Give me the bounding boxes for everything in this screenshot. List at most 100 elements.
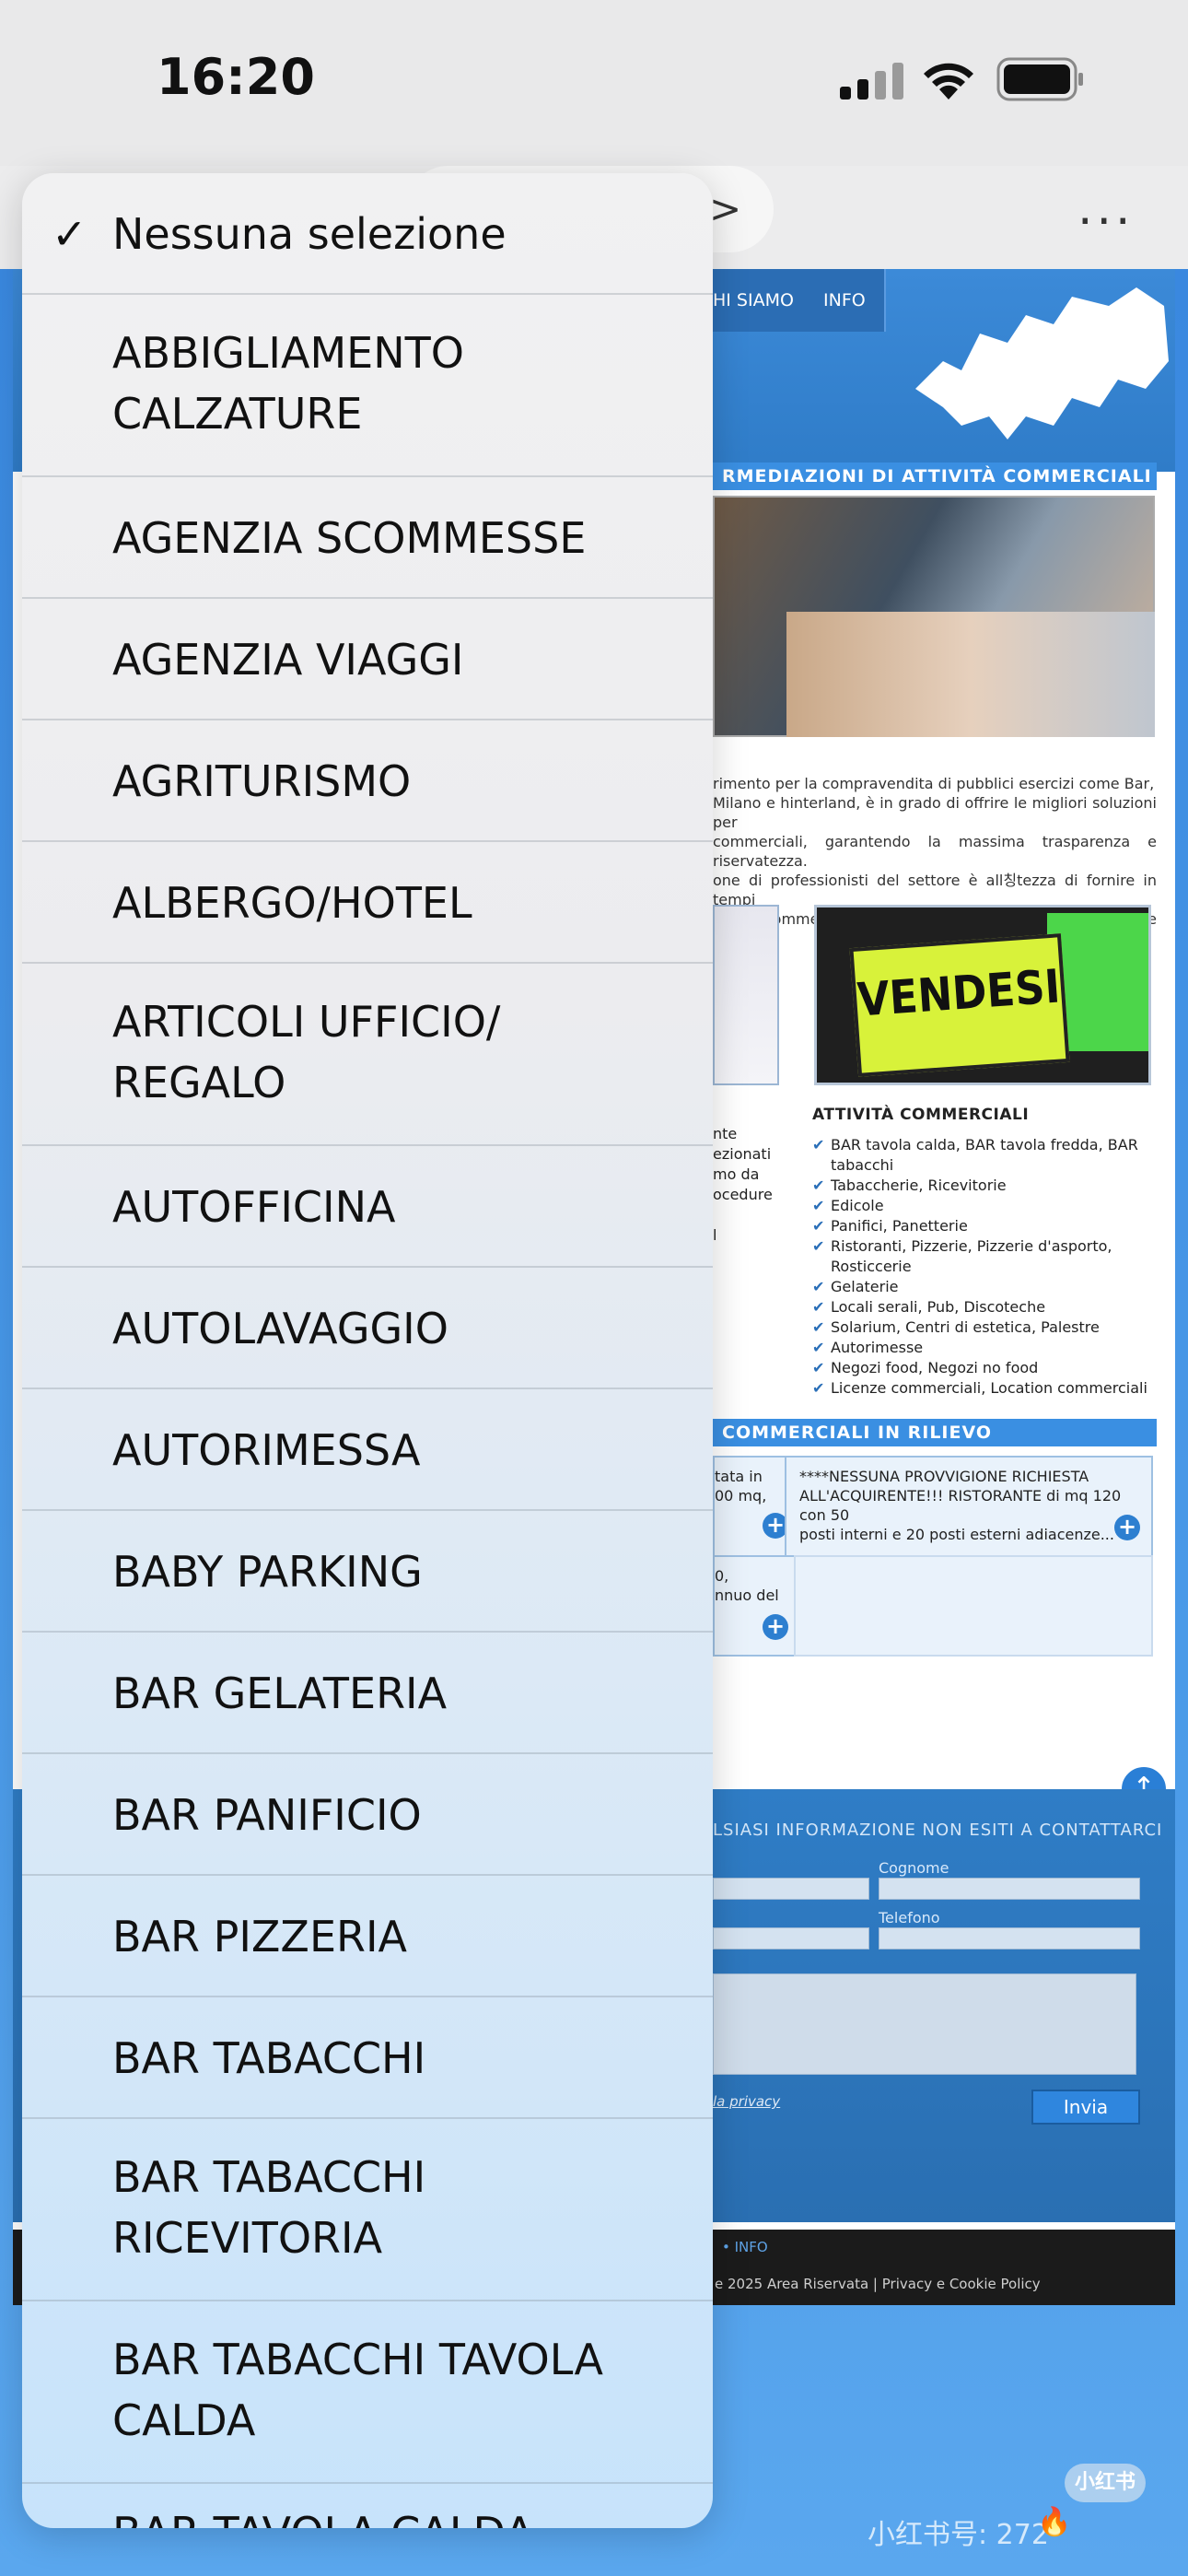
- card-text-line: ALL'ACQUIRENTE!!! RISTORANTE di mq 120 c…: [799, 1487, 1122, 1524]
- option-label: BAR TAVOLA CALDA: [112, 2502, 534, 2528]
- footer-info-link[interactable]: • INFO: [722, 2239, 768, 2255]
- nav-info[interactable]: INFO: [805, 269, 886, 332]
- email-field[interactable]: [713, 1927, 869, 1950]
- option-bar-gelateria[interactable]: BAR GELATERIA: [22, 1633, 713, 1754]
- contact-title: LSIASI INFORMAZIONE NON ESITI A CONTATTA…: [713, 1821, 1163, 1840]
- card-text-line: ****NESSUNA PROVVIGIONE RICHIESTA: [799, 1468, 1089, 1485]
- europe-map-image: [915, 287, 1169, 439]
- option-label: CALDA: [112, 2395, 256, 2445]
- cognome-field[interactable]: [879, 1878, 1140, 1900]
- fragment-line: ocedure: [713, 1186, 773, 1203]
- option-autorimessa[interactable]: AUTORIMESSA: [22, 1389, 713, 1511]
- option-abbigliamento-calzature[interactable]: ABBIGLIAMENTO CALZATURE: [22, 295, 713, 477]
- expand-plus-icon[interactable]: +: [763, 1614, 788, 1640]
- list-item: Autorimesse: [812, 1338, 1153, 1358]
- watermark-logo-icon: 🔥: [1037, 2506, 1072, 2538]
- intro-line: one di professionisti del settore è all칭…: [713, 872, 1157, 908]
- left-column-fragment: nte ezionati mo da ocedure l: [713, 1124, 773, 1246]
- send-button[interactable]: Invia: [1031, 2090, 1140, 2125]
- footer-links[interactable]: e 2025 Area Riservata | Privacy e Cookie…: [715, 2276, 1041, 2292]
- cellular-signal-icon: [840, 63, 903, 100]
- card-text-line: posti interni e 20 posti esterni adiacen…: [799, 1526, 1114, 1543]
- option-label: ALBERGO/HOTEL: [112, 878, 472, 928]
- vendesi-sign-text: VENDESI: [856, 959, 1063, 1027]
- card-text-line: nnuo del: [715, 1587, 779, 1604]
- option-bar-tavola-calda[interactable]: BAR TAVOLA CALDA: [22, 2484, 713, 2528]
- option-articoli-ufficio-regalo[interactable]: ARTICOLI UFFICIO/ REGALO: [22, 964, 713, 1146]
- option-label: BAR TABACCHI TAVOLA: [112, 2335, 603, 2384]
- option-label: BAR TABACCHI: [112, 2033, 426, 2083]
- option-label: AUTORIMESSA: [112, 1425, 421, 1475]
- list-item: BAR tavola calda, BAR tavola fredda, BAR…: [812, 1135, 1153, 1176]
- option-bar-panificio[interactable]: BAR PANIFICIO: [22, 1754, 713, 1876]
- xiaohongshu-badge: 小红书: [1065, 2464, 1146, 2502]
- vendesi-photo: VENDESI: [814, 905, 1151, 1085]
- wifi-icon: [924, 63, 973, 100]
- telefono-field[interactable]: [879, 1927, 1140, 1950]
- list-item: Ristoranti, Pizzerie, Pizzerie d'asporto…: [812, 1236, 1153, 1277]
- option-nessuna-selezione[interactable]: ✓ Nessuna selezione: [22, 173, 713, 295]
- option-bar-pizzeria[interactable]: BAR PIZZERIA: [22, 1876, 713, 1997]
- forward-chevron-icon[interactable]: >: [709, 186, 741, 231]
- section-title-intermediazioni: RMEDIAZIONI DI ATTIVITÀ COMMERCIALI: [713, 463, 1157, 490]
- message-textarea[interactable]: [713, 1973, 1136, 2075]
- option-label: AUTOLAVAGGIO: [112, 1304, 448, 1353]
- activities-list: BAR tavola calda, BAR tavola fredda, BAR…: [812, 1135, 1153, 1399]
- fragment-line: mo da: [713, 1165, 760, 1183]
- option-label: AUTOFFICINA: [112, 1182, 396, 1232]
- option-baby-parking[interactable]: BABY PARKING: [22, 1511, 713, 1633]
- option-autofficina[interactable]: AUTOFFICINA: [22, 1146, 713, 1268]
- fragment-line: ezionati: [713, 1145, 772, 1163]
- option-agenzia-viaggi[interactable]: AGENZIA VIAGGI: [22, 599, 713, 720]
- option-label: REGALO: [112, 1058, 286, 1107]
- list-item: Licenze commerciali, Location commercial…: [812, 1378, 1153, 1399]
- section-title-rilievo: COMMERCIALI IN RILIEVO: [713, 1419, 1157, 1446]
- card-text-line: tata in: [715, 1468, 763, 1485]
- option-label: AGENZIA SCOMMESSE: [112, 513, 587, 563]
- documents-thumbnail: [713, 905, 779, 1085]
- clock: 16:20: [157, 48, 315, 106]
- intro-line: rimento per la compravendita di pubblici…: [713, 775, 1155, 792]
- featured-card-1[interactable]: ****NESSUNA PROVVIGIONE RICHIESTA ALL'AC…: [785, 1456, 1153, 1557]
- option-label: BAR GELATERIA: [112, 1669, 448, 1718]
- option-bar-tabacchi-ricevitoria[interactable]: BAR TABACCHI RICEVITORIA: [22, 2119, 713, 2301]
- list-item: Solarium, Centri di estetica, Palestre: [812, 1317, 1153, 1338]
- option-label: CALZATURE: [112, 389, 363, 439]
- list-item: Panifici, Panetterie: [812, 1216, 1153, 1236]
- expand-plus-icon[interactable]: +: [1114, 1515, 1140, 1540]
- watermark-text: 小红书号: 272: [868, 2519, 1049, 2551]
- activities-title: ATTIVITÀ COMMERCIALI: [812, 1106, 1030, 1124]
- fragment-line: l: [713, 1226, 717, 1244]
- card-text-line: 0,: [715, 1567, 729, 1585]
- name-field[interactable]: [713, 1878, 869, 1900]
- option-label: BAR PANIFICIO: [112, 1790, 422, 1840]
- option-label: AGENZIA VIAGGI: [112, 635, 464, 685]
- option-agriturismo[interactable]: AGRITURISMO: [22, 720, 713, 842]
- intro-line: Milano e hinterland, è in grado di offri…: [713, 794, 1157, 831]
- cognome-label: Cognome: [879, 1859, 949, 1877]
- featured-card-empty: [794, 1555, 1153, 1657]
- option-label: BABY PARKING: [112, 1547, 423, 1597]
- option-agenzia-scommesse[interactable]: AGENZIA SCOMMESSE: [22, 477, 713, 599]
- option-label: BAR PIZZERIA: [112, 1912, 408, 1961]
- option-label: RICEVITORIA: [112, 2213, 383, 2263]
- option-bar-tabacchi[interactable]: BAR TABACCHI: [22, 1997, 713, 2119]
- spa-photo: [786, 612, 1155, 737]
- select-dropdown-menu[interactable]: ✓ Nessuna selezione ABBIGLIAMENTO CALZAT…: [22, 173, 713, 2528]
- option-autolavaggio[interactable]: AUTOLAVAGGIO: [22, 1268, 713, 1389]
- intro-line: commerciali, garantendo la massima trasp…: [713, 833, 1157, 870]
- privacy-link[interactable]: la privacy: [713, 2093, 780, 2110]
- featured-card-left-1[interactable]: tata in 00 mq, +: [713, 1456, 796, 1557]
- featured-card-left-2[interactable]: 0, nnuo del +: [713, 1555, 796, 1657]
- option-bar-tabacchi-tavola-calda[interactable]: BAR TABACCHI TAVOLA CALDA: [22, 2301, 713, 2484]
- card-text-line: 00 mq,: [715, 1487, 767, 1505]
- option-label: BAR TABACCHI: [112, 2152, 426, 2202]
- option-label: ABBIGLIAMENTO: [112, 328, 464, 378]
- more-options-icon[interactable]: ...: [1077, 181, 1135, 236]
- option-albergo-hotel[interactable]: ALBERGO/HOTEL: [22, 842, 713, 964]
- telefono-label: Telefono: [879, 1909, 940, 1926]
- fragment-line: nte: [713, 1125, 738, 1142]
- list-item: Gelaterie: [812, 1277, 1153, 1297]
- list-item: Tabaccherie, Ricevitorie: [812, 1176, 1153, 1196]
- option-label: ARTICOLI UFFICIO/: [112, 997, 501, 1047]
